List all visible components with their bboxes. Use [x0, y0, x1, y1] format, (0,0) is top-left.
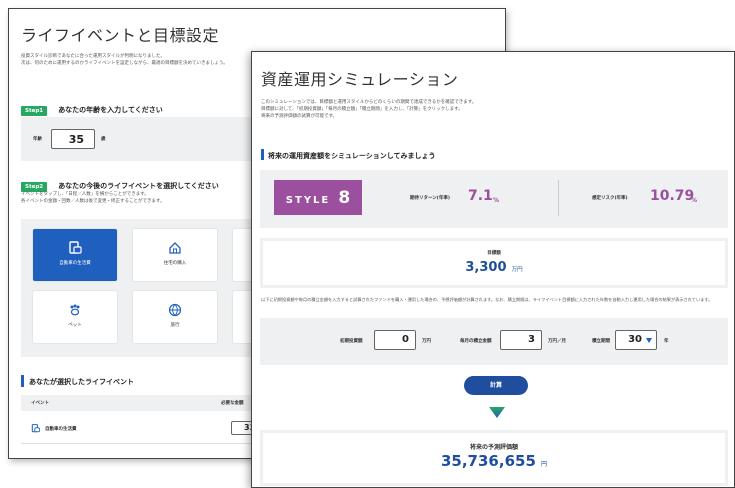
section-bar	[261, 149, 264, 160]
target-panel: 目標額 3,300 万円	[260, 238, 728, 288]
event-tile-label: 旅行	[170, 323, 180, 328]
period-select[interactable]: 30	[615, 330, 657, 350]
monthly-input[interactable]: 3	[500, 330, 542, 350]
row-event-name: 自動車の生活費	[45, 427, 77, 432]
calc-note: 以下に初期投資額や毎月の積立金額を入力すると試算されたファンドを購入・運用した場…	[261, 297, 713, 302]
risk-value: 10.79	[650, 188, 695, 204]
step2-title: あなたの今後のライフイベントを選択してください	[58, 182, 219, 190]
event-tile-label: 自動車の生活費	[59, 261, 91, 266]
event-tile-travel[interactable]: 旅行	[133, 291, 217, 343]
initial-value: 0	[402, 334, 409, 345]
calc-button[interactable]: 計算	[464, 376, 528, 395]
style-badge: STYLE 8	[274, 180, 362, 215]
age-label: 年齢	[33, 137, 42, 142]
col-amount: 必要な金額	[221, 401, 244, 406]
event-tile-pet[interactable]: ペット	[33, 291, 117, 343]
result-label: 将来の予測評価額	[469, 444, 518, 451]
result-value: 35,736,655	[440, 452, 536, 470]
car-document-icon	[31, 424, 40, 433]
car-document-icon	[69, 241, 82, 254]
simulation-window: 資産運用シミュレーション このシミュレーションでは、目標額と運用スタイルからどの…	[251, 51, 735, 488]
step1-badge: Step1	[21, 106, 48, 116]
monthly-value: 3	[528, 334, 535, 345]
sim-intro-1: このシミュレーションでは、目標額と運用スタイルからどのくらいの期間で達成できるか…	[261, 100, 477, 105]
step2-desc-2: 各イベントの金額・回数／人数は後で変更・修正することができます。	[21, 199, 165, 204]
panel-divider	[558, 180, 559, 216]
monthly-label: 毎月の積立金額	[460, 339, 492, 344]
calc-button-label: 計算	[489, 382, 502, 389]
event-tile-car[interactable]: 自動車の生活費	[33, 229, 117, 281]
risk-label: 想定リスク(年率)	[592, 196, 628, 201]
target-value: 3,300	[465, 260, 507, 275]
expected-return-label: 期待リターン(年率)	[410, 196, 450, 201]
selected-section-bar	[21, 375, 24, 387]
period-label: 積立期間	[592, 339, 610, 344]
initial-input[interactable]: 0	[374, 330, 416, 350]
event-tile-label: 住宅の購入	[163, 261, 187, 266]
paw-icon	[70, 304, 80, 316]
expected-return-unit: %	[493, 197, 500, 204]
sim-intro-3: 将来の予測評価額の試算が可能です。	[261, 114, 338, 119]
target-unit: 万円	[511, 267, 523, 273]
simulation-title: 資産運用シミュレーション	[261, 70, 459, 89]
initial-label: 初期投資額	[340, 339, 363, 344]
result-unit: 円	[540, 461, 547, 468]
style-panel: STYLE 8 期待リターン(年率) 7.1 % 想定リスク(年率) 10.79…	[260, 170, 728, 228]
period-value: 30	[628, 334, 642, 345]
risk-unit: %	[691, 197, 698, 204]
age-unit: 歳	[101, 137, 106, 142]
step1-title: あなたの年齢を入力してください	[58, 106, 163, 114]
page-title: ライフイベントと目標設定	[21, 26, 220, 45]
selected-section-title: あなたが選択したライフイベント	[29, 378, 134, 386]
style-number: 8	[338, 188, 351, 208]
monthly-unit: 万円／月	[548, 339, 566, 344]
house-icon	[169, 242, 181, 254]
chevron-down-icon	[646, 338, 652, 343]
expected-return-value: 7.1	[468, 188, 493, 204]
globe-icon	[168, 303, 182, 317]
style-label: STYLE	[285, 195, 331, 206]
input-panel: 初期投資額 0 万円 毎月の積立金額 3 万円／月 積立期間 30 年	[260, 318, 728, 365]
col-event: イベント	[31, 401, 49, 406]
sim-intro-2: 目標額に対して、「初期投資額」「毎月の積立額」「積立期間」を入力し、「計算」をク…	[261, 107, 463, 112]
target-label: 目標額	[487, 251, 501, 256]
sim-section-title: 将来の運用資産額をシミュレーションしてみましょう	[268, 152, 436, 160]
step2-desc-1: イベントをタップし、「日程／人数」を横からことができます。	[21, 192, 149, 197]
period-unit: 年	[664, 339, 669, 344]
age-input[interactable]: 35	[51, 129, 95, 149]
event-tile-label: ペット	[68, 323, 82, 328]
down-arrow-icon	[489, 407, 505, 418]
age-value: 35	[68, 133, 84, 146]
event-tile-house[interactable]: 住宅の購入	[133, 229, 217, 281]
initial-unit: 万円	[422, 339, 431, 344]
result-panel: 将来の予測評価額 35,736,655 円	[260, 430, 728, 486]
